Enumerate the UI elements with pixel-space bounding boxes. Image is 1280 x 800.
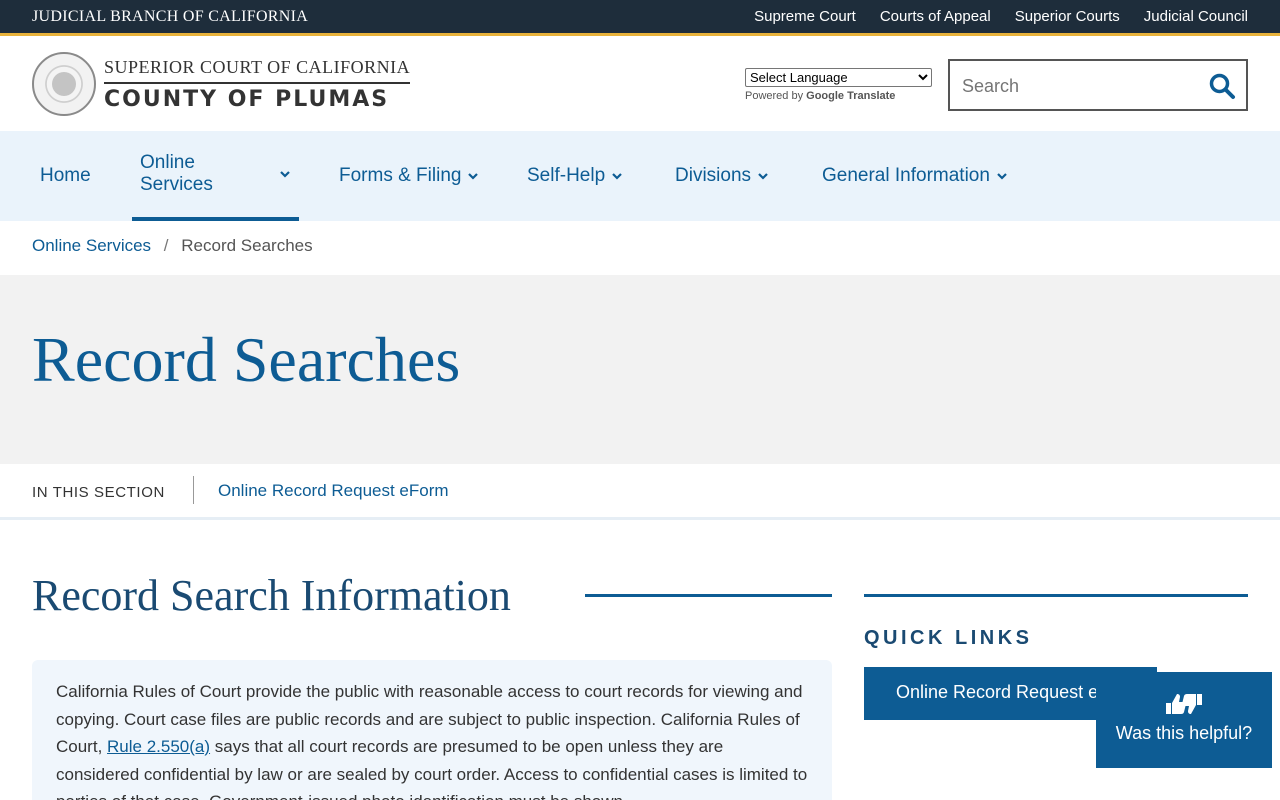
page-title: Record Searches (32, 324, 461, 395)
powered-by-google: Powered by Google Translate (745, 90, 896, 102)
court-name-logo[interactable]: SUPERIOR COURT OF CALIFORNIA COUNTY OF P… (104, 57, 411, 112)
in-this-section-label: IN THIS SECTION (32, 484, 165, 501)
search-icon[interactable] (1208, 72, 1236, 100)
google-translate: Select Language Powered by Google Transl… (745, 68, 932, 102)
breadcrumb: Online Services / Record Searches (32, 236, 313, 256)
link-judicial-council[interactable]: Judicial Council (1144, 8, 1248, 25)
search-box (948, 59, 1248, 111)
was-this-helpful-label: Was this helpful? (1115, 723, 1253, 743)
page-hero: Record Searches (0, 275, 1280, 464)
chevron-down-icon (468, 173, 479, 180)
section-divider (193, 476, 194, 504)
info-box: California Rules of Court provide the pu… (32, 660, 832, 800)
quick-links-heading: QUICK LINKS (864, 627, 1033, 649)
content-heading: Record Search Information (32, 571, 511, 620)
thumbs-up-down-icon (1166, 694, 1202, 714)
nav-self-help[interactable]: Self-Help (519, 131, 631, 221)
judicial-branch-brand[interactable]: JUDICIAL BRANCH OF CALIFORNIA (32, 8, 308, 26)
nav-forms-filing[interactable]: Forms & Filing (331, 131, 487, 221)
breadcrumb-online-services[interactable]: Online Services (32, 236, 151, 255)
court-seal-logo[interactable] (32, 52, 96, 116)
breadcrumb-separator: / (163, 236, 169, 255)
link-supreme-court[interactable]: Supreme Court (754, 8, 856, 25)
utility-bar: JUDICIAL BRANCH OF CALIFORNIA Supreme Co… (0, 0, 1280, 36)
nav-divisions[interactable]: Divisions (667, 131, 777, 221)
main-nav: Home Online Services Forms & Filing Self… (0, 131, 1280, 221)
was-this-helpful-widget[interactable]: Was this helpful? (1096, 672, 1272, 768)
search-input[interactable] (962, 73, 1202, 99)
link-superior-courts[interactable]: Superior Courts (1015, 8, 1120, 25)
nav-home[interactable]: Home (32, 131, 99, 221)
court-name-line1: SUPERIOR COURT OF CALIFORNIA (104, 57, 411, 84)
chevron-down-icon (758, 173, 768, 180)
chevron-down-icon (280, 171, 290, 178)
google-logo: Google (806, 90, 845, 102)
utility-links: Supreme Court Courts of Appeal Superior … (754, 8, 1248, 25)
breadcrumb-current: Record Searches (181, 236, 313, 255)
chevron-down-icon (997, 173, 1007, 180)
nav-online-services[interactable]: Online Services (132, 131, 299, 221)
court-name-line2: COUNTY OF PLUMAS (104, 87, 390, 112)
sidebar-rule (864, 594, 1248, 597)
heading-rule (585, 594, 832, 597)
in-this-section-bar: IN THIS SECTION Online Record Request eF… (0, 464, 1280, 520)
language-select[interactable]: Select Language (745, 68, 932, 87)
rule-2550a-link[interactable]: Rule 2.550(a) (107, 737, 210, 756)
section-link-record-request[interactable]: Online Record Request eForm (218, 481, 449, 501)
chevron-down-icon (612, 173, 622, 180)
link-courts-of-appeal[interactable]: Courts of Appeal (880, 8, 991, 25)
site-header: SUPERIOR COURT OF CALIFORNIA COUNTY OF P… (0, 39, 1280, 131)
nav-general-information[interactable]: General Information (814, 131, 1016, 221)
